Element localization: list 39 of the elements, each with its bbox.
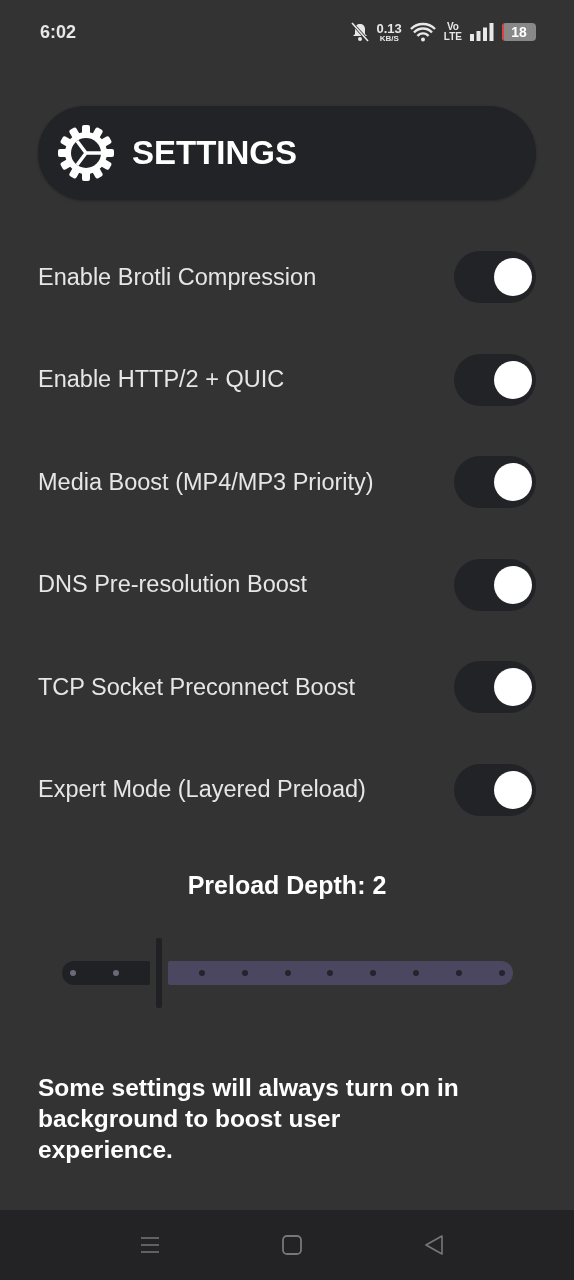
toggle-switch[interactable] xyxy=(454,251,536,304)
slider-stop xyxy=(456,970,463,976)
wifi-icon xyxy=(409,22,436,42)
slider-stop xyxy=(413,970,420,976)
setting-label: Expert Mode (Layered Preload) xyxy=(38,776,366,804)
network-speed: 0.13 xyxy=(376,21,402,35)
muted-bell-icon xyxy=(350,22,369,42)
home-icon[interactable] xyxy=(282,1235,302,1255)
slider-stop xyxy=(112,970,119,976)
slider-stop xyxy=(284,970,291,976)
toggle-switch[interactable] xyxy=(454,558,536,611)
battery-icon: 18 xyxy=(502,23,536,41)
slider-stop xyxy=(198,970,205,976)
signal-icon xyxy=(470,23,494,41)
setting-label: Enable Brotli Compression xyxy=(38,263,317,291)
setting-label: TCP Socket Preconnect Boost xyxy=(38,673,355,701)
toggle-switch[interactable] xyxy=(454,456,536,509)
volte-bottom: LTE xyxy=(443,32,462,42)
preload-depth-label: Preload Depth: 2 xyxy=(186,871,388,900)
volte-top: Vo xyxy=(446,22,459,32)
setting-label: DNS Pre-resolution Boost xyxy=(38,571,308,599)
settings-title: SETTINGS xyxy=(132,134,298,172)
gear-icon xyxy=(56,123,116,183)
menu-icon[interactable] xyxy=(140,1235,160,1255)
slider-stop xyxy=(327,970,334,976)
setting-label: Enable HTTP/2 + QUIC xyxy=(38,366,285,394)
speed-unit: KB/S xyxy=(379,34,399,43)
toggle-switch[interactable] xyxy=(454,661,536,714)
slider-stop xyxy=(70,970,76,976)
back-icon[interactable] xyxy=(424,1235,444,1255)
slider-stop xyxy=(241,970,248,976)
slider-stop xyxy=(370,970,377,976)
toggle-switch[interactable] xyxy=(454,763,536,816)
setting-label: Media Boost (MP4/MP3 Priority) xyxy=(38,468,374,496)
info-note: Some settings will always turn on in background to boost user experience. xyxy=(38,1073,460,1165)
slider-stop xyxy=(499,970,505,976)
clock: 6:02 xyxy=(40,21,78,43)
toggle-switch[interactable] xyxy=(454,353,536,406)
slider-track[interactable] xyxy=(167,961,513,985)
